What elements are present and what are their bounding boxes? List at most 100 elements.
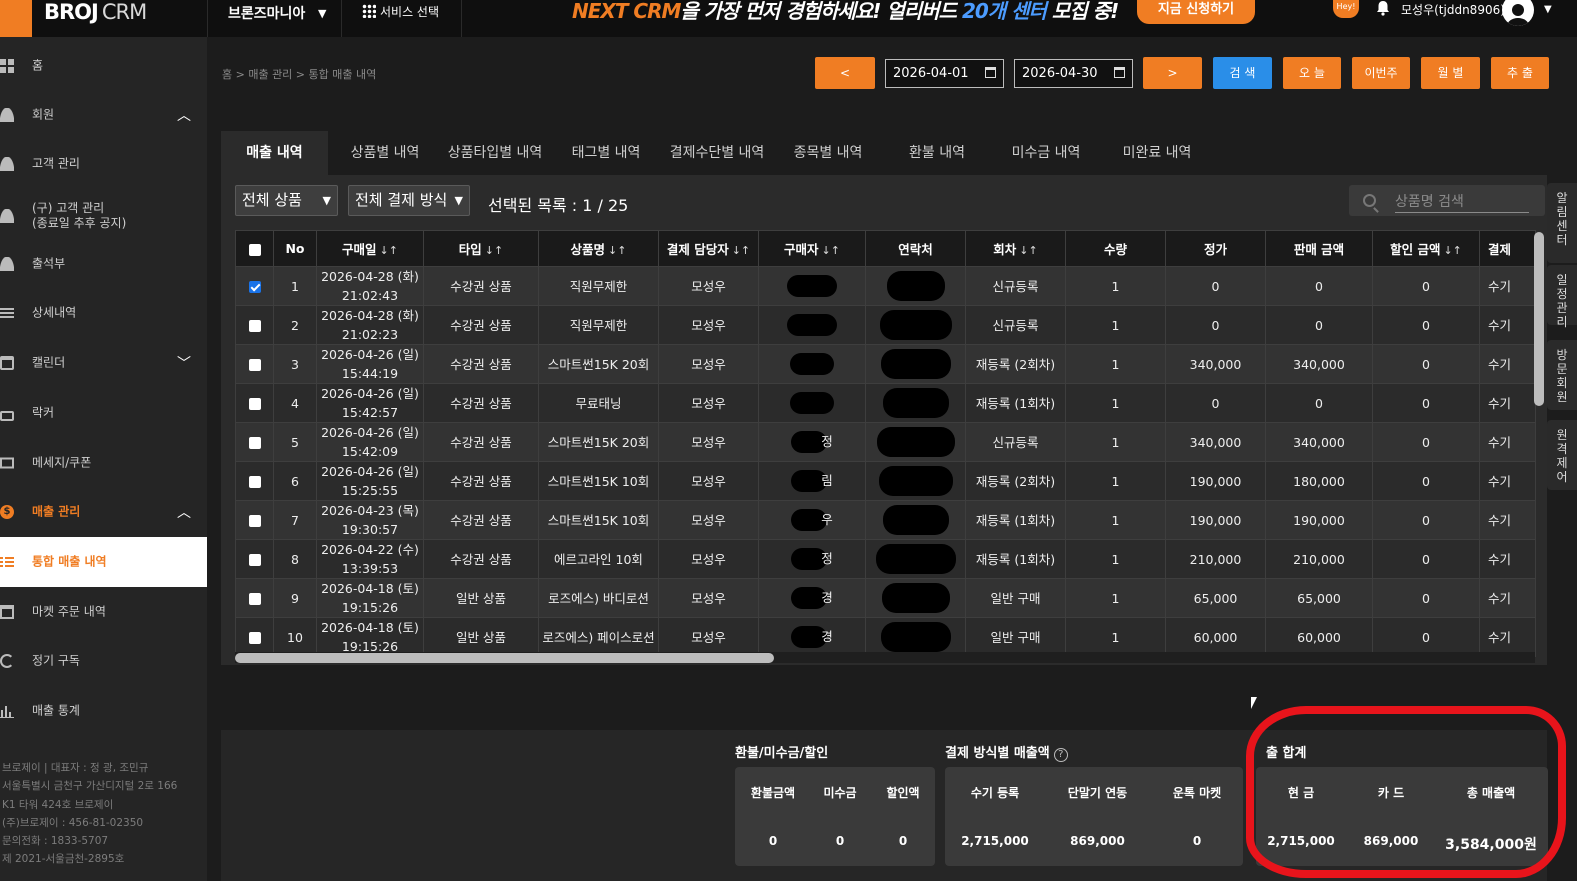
cell-product: 직원무제한 <box>538 305 659 345</box>
cell-purchase-date: 2026-04-26 (일) 15:42:09 <box>316 422 424 462</box>
row-checkbox[interactable] <box>235 383 274 423</box>
vertical-scroll-thumb[interactable] <box>1534 232 1544 406</box>
service-select-button[interactable]: 서비스 선택 <box>342 0 462 37</box>
row-checkbox[interactable] <box>235 461 274 501</box>
sidebar-item-details[interactable]: 상세내역 <box>0 288 207 338</box>
prev-month-button[interactable]: < <box>815 57 875 89</box>
table-row[interactable]: 2 2026-04-28 (화) 21:02:23 수강권 상품 직원무제한 모성우 신규등… <box>235 305 1536 345</box>
sidebar-item-message[interactable]: 메세지/쿠폰 <box>0 438 207 488</box>
row-checkbox[interactable] <box>235 266 274 306</box>
row-checkbox[interactable] <box>235 617 274 657</box>
row-checkbox[interactable] <box>235 539 274 579</box>
product-filter-select[interactable]: 전체 상품 ▼ <box>235 185 338 216</box>
tab-receivables[interactable]: 미수금 내역 <box>999 131 1093 175</box>
rail-remote-control[interactable]: 원격제어 <box>1547 420 1577 490</box>
col-product[interactable]: 상품명 ↓↑ <box>538 230 659 267</box>
cell-sale-amount: 190,000 <box>1265 500 1373 540</box>
row-checkbox[interactable] <box>235 344 274 384</box>
tab-incomplete[interactable]: 미완료 내역 <box>1110 131 1204 175</box>
end-date-input[interactable]: 2026-04-30 <box>1014 59 1133 88</box>
hey-badge[interactable]: Hey! <box>1333 0 1359 18</box>
sidebar-item-home[interactable]: 홈 <box>0 41 207 91</box>
table-row[interactable]: 1 2026-04-28 (화) 21:02:43 수강권 상품 직원무제한 모성우 신규등… <box>235 266 1536 306</box>
avatar[interactable] <box>1502 0 1534 26</box>
sidebar-item-members[interactable]: 회원 ︿ <box>0 90 207 140</box>
col-round[interactable]: 회차 ↓↑ <box>965 230 1066 267</box>
sidebar-item-customers[interactable]: 고객 관리 <box>0 139 207 189</box>
table-row[interactable]: 5 2026-04-26 (일) 15:42:09 수강권 상품 스마트썬15K 20회… <box>235 422 1536 462</box>
tab-refunds[interactable]: 환불 내역 <box>894 131 980 175</box>
search-button[interactable]: 검 색 <box>1213 57 1272 89</box>
table-row[interactable]: 10 2026-04-18 (토) 19:15:26 일반 상품 로즈에스) 페이스로션… <box>235 617 1536 657</box>
help-icon[interactable]: ? <box>1053 748 1068 762</box>
total-summary-box: 현 금 2,715,000 카 드 869,000 총 매출액 3,584,000원 <box>1256 767 1548 866</box>
tab-by-tag[interactable]: 태그별 내역 <box>563 131 649 175</box>
row-checkbox[interactable] <box>235 500 274 540</box>
table-row[interactable]: 8 2026-04-22 (수) 13:39:53 수강권 상품 에르고라인 10회 모성… <box>235 539 1536 579</box>
calendar-icon[interactable] <box>1114 67 1125 78</box>
sidebar-item-sales-stats[interactable]: 매출 통계 <box>0 686 207 736</box>
cell-discount: 0 <box>1372 344 1480 384</box>
brand-logo[interactable]: BROJ CRM <box>44 0 147 26</box>
table-row[interactable]: 7 2026-04-23 (목) 19:30:57 수강권 상품 스마트썬15K 10회… <box>235 500 1536 540</box>
this-week-button[interactable]: 이번주 <box>1352 57 1410 89</box>
cell-round: 재등록 (2회차) <box>965 461 1066 501</box>
market-amount: 운톡 마켓 0 <box>1172 786 1222 848</box>
today-button[interactable]: 오 늘 <box>1283 57 1341 89</box>
sidebar-item-sales[interactable]: $ 매출 관리 ︿ <box>0 487 207 537</box>
sidebar-item-market-orders[interactable]: 마켓 주문 내역 <box>0 587 207 637</box>
sidebar-item-subscription[interactable]: 정기 구독 <box>0 636 207 686</box>
export-button[interactable]: 추 출 <box>1491 57 1549 89</box>
chevron-down-icon: ▼ <box>454 194 463 207</box>
promo-banner[interactable]: NEXT CRM을 가장 먼저 경험하세요! 얼리버드 20개 센터 모집 중! <box>572 0 1119 26</box>
refund-summary-title: 환불/미수금/할인 <box>735 746 829 761</box>
table-row[interactable]: 9 2026-04-18 (토) 19:15:26 일반 상품 로즈에스) 바디로션 모성… <box>235 578 1536 618</box>
row-checkbox[interactable] <box>235 578 274 618</box>
promo-apply-button[interactable]: 지금 신청하기 <box>1137 0 1255 24</box>
cell-round: 재등록 (1회차) <box>965 383 1066 423</box>
select-all-checkbox[interactable] <box>235 230 274 267</box>
cell-payment: 수기 <box>1479 383 1536 423</box>
table-row[interactable]: 4 2026-04-26 (일) 15:42:57 수강권 상품 무료태닝 모성우 재등록 … <box>235 383 1536 423</box>
rail-notification-center[interactable]: 알림센터 <box>1547 183 1577 263</box>
sidebar-item-old-customers[interactable]: (구) 고객 관리 (종료일 추후 공지) <box>0 191 207 241</box>
rail-visitors[interactable]: 방문회원 <box>1547 340 1577 410</box>
menu-toggle[interactable] <box>0 0 32 37</box>
tab-by-product-type[interactable]: 상품타입별 내역 <box>440 131 550 175</box>
tab-by-payment[interactable]: 결제수단별 내역 <box>661 131 773 175</box>
calendar-icon[interactable] <box>985 67 996 78</box>
col-purchase-date[interactable]: 구매일 ↓↑ <box>316 230 424 267</box>
product-search[interactable] <box>1349 185 1545 216</box>
chevron-down-icon[interactable]: ▼ <box>1544 4 1552 15</box>
row-checkbox[interactable] <box>235 422 274 462</box>
bell-icon[interactable] <box>1376 0 1390 16</box>
cell-price: 60,000 <box>1165 617 1266 657</box>
sidebar-item-integrated-sales[interactable]: 통합 매출 내역 <box>0 537 207 587</box>
sidebar-item-locker[interactable]: 락커 <box>0 388 207 438</box>
col-staff[interactable]: 결제 담당자 ↓↑ <box>658 230 759 267</box>
next-month-button[interactable]: > <box>1143 57 1202 89</box>
horizontal-scroll-thumb[interactable] <box>235 653 774 663</box>
start-date-input[interactable]: 2026-04-01 <box>885 59 1004 88</box>
store-select[interactable]: 브론즈마니아 ▼ <box>207 0 342 37</box>
table-row[interactable]: 3 2026-04-26 (일) 15:44:19 수강권 상품 스마트썬15K 20회… <box>235 344 1536 384</box>
sidebar-item-calendar[interactable]: 캘린더 ﹀ <box>0 338 207 388</box>
payment-filter-select[interactable]: 전체 결제 방식 ▼ <box>348 185 470 216</box>
row-checkbox[interactable] <box>235 305 274 345</box>
monthly-button[interactable]: 월 별 <box>1421 57 1480 89</box>
tab-sales[interactable]: 매출 내역 <box>221 131 328 175</box>
person-icon <box>0 209 14 223</box>
tab-by-category[interactable]: 종목별 내역 <box>785 131 871 175</box>
table-row[interactable]: 6 2026-04-26 (일) 15:25:55 수강권 상품 스마트썬15K 10회… <box>235 461 1536 501</box>
tab-by-product[interactable]: 상품별 내역 <box>340 131 430 175</box>
col-discount[interactable]: 할인 금액 ↓↑ <box>1372 230 1480 267</box>
cell-discount: 0 <box>1372 578 1480 618</box>
col-type[interactable]: 타입 ↓↑ <box>423 230 539 267</box>
product-search-input[interactable] <box>1395 191 1529 213</box>
sidebar-item-attendance[interactable]: 출석부 <box>0 239 207 289</box>
redaction-mark <box>790 353 834 375</box>
col-buyer[interactable]: 구매자 ↓↑ <box>758 230 866 267</box>
rail-schedule[interactable]: 일정관리 <box>1547 265 1577 329</box>
user-name[interactable]: 모성우(tjddn8906) <box>1401 0 1505 20</box>
cell-type: 수강권 상품 <box>423 305 539 345</box>
